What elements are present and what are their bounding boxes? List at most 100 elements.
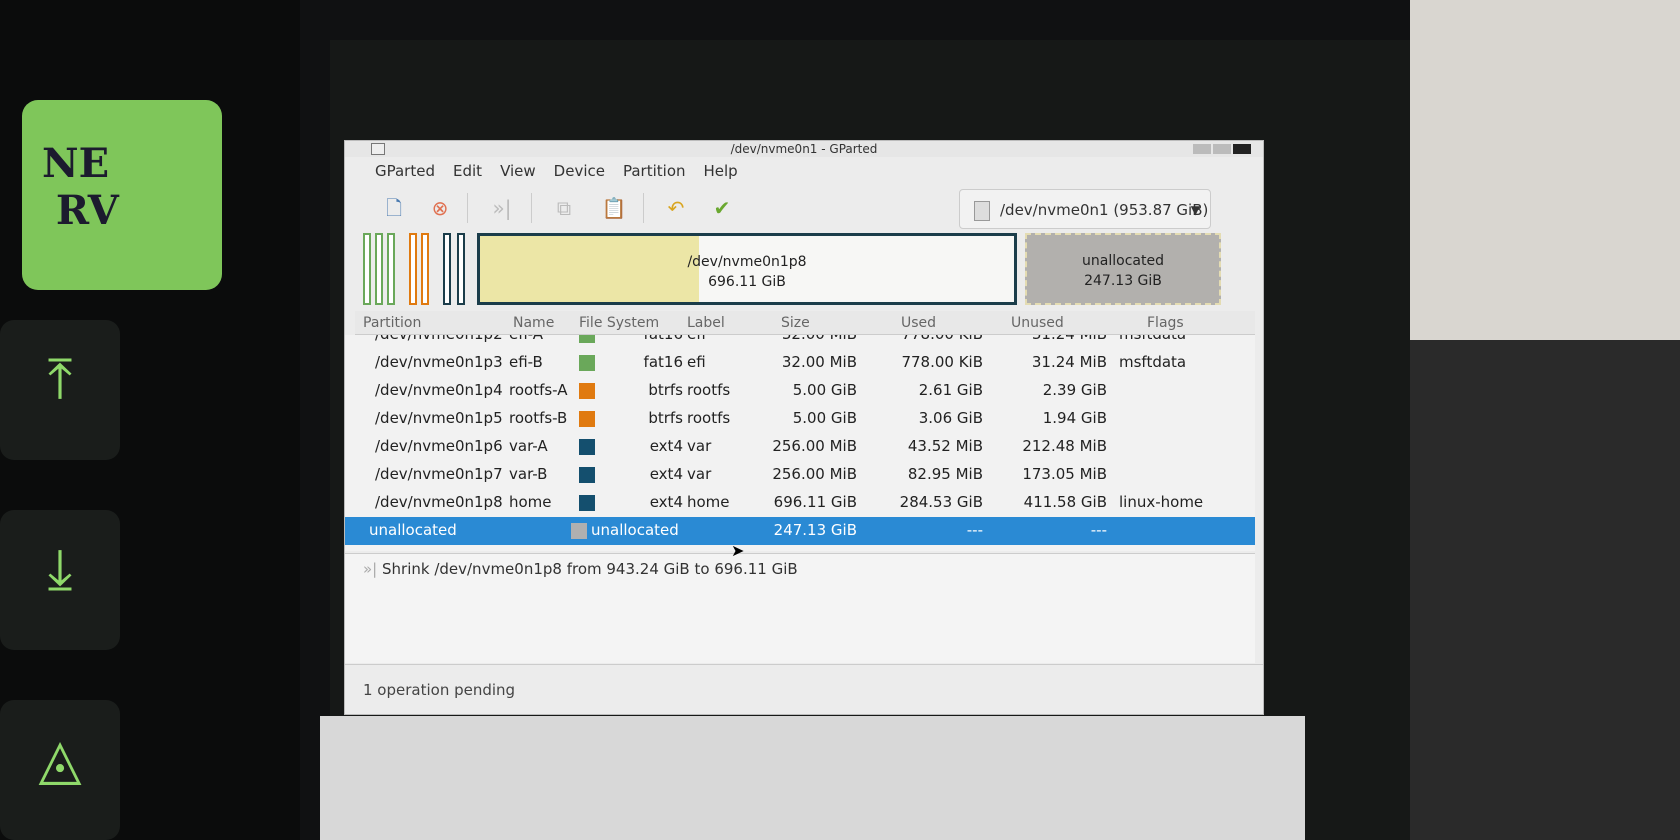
- status-bar: 1 operation pending: [345, 664, 1263, 714]
- cell-label: rootfs: [687, 381, 731, 399]
- menu-device[interactable]: Device: [554, 162, 605, 180]
- col-partition[interactable]: Partition: [363, 315, 421, 331]
- partition-block-p2[interactable]: [375, 233, 383, 305]
- cell-size: 256.00 MiB: [772, 437, 857, 455]
- cell-label: rootfs: [687, 409, 731, 427]
- table-row[interactable]: /dev/nvme0n1p4 rootfs-A btrfs rootfs 5.00 Gi…: [345, 377, 1255, 405]
- menu-gparted[interactable]: GParted: [375, 162, 435, 180]
- cell-name: rootfs-A: [509, 381, 568, 399]
- cell-name: var-A: [509, 437, 548, 455]
- table-row[interactable]: /dev/nvme0n1p3 efi-B fat16 efi 32.00 MiB 778.…: [345, 349, 1255, 377]
- resize-icon: »|: [363, 560, 382, 578]
- cell-unused: 411.58 GiB: [1023, 493, 1107, 511]
- cell-name: rootfs-B: [509, 409, 568, 427]
- table-row[interactable]: /dev/nvme0n1p8 home ext4 home 696.11 GiB 284.…: [345, 489, 1255, 517]
- cell-size: 5.00 GiB: [792, 409, 857, 427]
- partition-block-p8[interactable]: /dev/nvme0n1p8 696.11 GiB: [477, 233, 1017, 305]
- menu-bar: GParted Edit View Device Partition Help: [345, 157, 1263, 185]
- cell-used: 3.06 GiB: [918, 409, 983, 427]
- delete-icon[interactable]: ⊗: [427, 195, 453, 221]
- col-flags[interactable]: Flags: [1147, 315, 1184, 331]
- partition-block-p6[interactable]: [443, 233, 451, 305]
- cell-name: var-B: [509, 465, 548, 483]
- device-selector[interactable]: /dev/nvme0n1 (953.87 GiB) ▼: [959, 189, 1211, 229]
- cell-size: 5.00 GiB: [792, 381, 857, 399]
- cell-flags: linux-home: [1119, 493, 1204, 511]
- copy-icon[interactable]: ⧉: [551, 195, 577, 221]
- partition-block-p5[interactable]: [421, 233, 429, 305]
- table-header: Partition Name File System Label Size Us…: [355, 311, 1255, 335]
- app-icon: [371, 143, 385, 155]
- col-used[interactable]: Used: [901, 315, 936, 331]
- new-partition-icon[interactable]: 🗋: [381, 195, 407, 221]
- cell-size: 247.13 GiB: [773, 521, 857, 539]
- apply-icon[interactable]: ✔: [709, 195, 735, 221]
- cell-size: 32.00 MiB: [745, 335, 857, 343]
- cell-size: 32.00 MiB: [781, 353, 857, 371]
- partition-block-p3[interactable]: [387, 233, 395, 305]
- cell-label: efi: [687, 353, 706, 371]
- partition-block-p7[interactable]: [457, 233, 465, 305]
- cell-label: var: [687, 437, 712, 455]
- maximize-button[interactable]: [1213, 144, 1231, 154]
- minimize-button[interactable]: [1193, 144, 1211, 154]
- disk-map: /dev/nvme0n1p8 696.11 GiB unallocated 247.…: [363, 233, 1223, 305]
- menu-view[interactable]: View: [500, 162, 536, 180]
- operation-text: Shrink /dev/nvme0n1p8 from 943.24 GiB to…: [382, 560, 798, 578]
- cell-name: efi-A: [509, 335, 543, 343]
- col-filesystem[interactable]: File System: [579, 315, 659, 331]
- screen-lower: [320, 716, 1305, 840]
- table-row[interactable]: /dev/nvme0n1p5 rootfs-B btrfs rootfs 5.00 Gi…: [345, 405, 1255, 433]
- cell-used: 2.61 GiB: [918, 381, 983, 399]
- toolbar: 🗋 ⊗ »| ⧉ 📋 ↶ ✔ /dev/nvme0n1 (953.87 GiB)…: [345, 185, 1263, 231]
- table-row[interactable]: unallocated unallocated 247.13 GiB --- ---: [345, 517, 1255, 545]
- mouse-cursor-icon: ➤: [731, 541, 745, 560]
- close-button[interactable]: [1233, 144, 1251, 154]
- cell-name: efi-B: [509, 353, 543, 371]
- filesystem-color-swatch: [579, 383, 595, 399]
- menu-edit[interactable]: Edit: [453, 162, 482, 180]
- cell-partition: unallocated: [369, 521, 457, 539]
- desk-background: [1410, 0, 1680, 340]
- operation-item[interactable]: »| Shrink /dev/nvme0n1p8 from 943.24 GiB…: [363, 560, 798, 578]
- resize-move-icon[interactable]: »|: [489, 195, 515, 221]
- disk-icon: [974, 201, 990, 221]
- page-down-key: ⤓: [0, 510, 120, 650]
- table-row[interactable]: /dev/nvme0n1p2efi-Afat16efi32.00 MiB778.…: [345, 335, 1255, 349]
- cell-used: ---: [966, 521, 983, 539]
- filesystem-color-swatch: [579, 467, 595, 483]
- cell-label: home: [687, 493, 730, 511]
- menu-partition[interactable]: Partition: [623, 162, 686, 180]
- paste-icon[interactable]: 📋: [601, 195, 627, 221]
- cell-unused: 1.94 GiB: [1042, 409, 1107, 427]
- table-row[interactable]: /dev/nvme0n1p7 var-B ext4 var 256.00 MiB 82.9…: [345, 461, 1255, 489]
- cell-partition: /dev/nvme0n1p8: [375, 493, 503, 511]
- device-label: /dev/nvme0n1 (953.87 GiB): [1000, 201, 1209, 219]
- unallocated-block[interactable]: unallocated 247.13 GiB: [1025, 233, 1221, 305]
- partition-block-p1[interactable]: [363, 233, 371, 305]
- map-partition-name: /dev/nvme0n1p8: [687, 254, 807, 270]
- cell-fs: unallocated: [591, 521, 679, 539]
- desk-background: [1410, 340, 1680, 840]
- cell-partition: /dev/nvme0n1p5: [375, 409, 503, 427]
- col-size[interactable]: Size: [781, 315, 810, 331]
- partition-block-p4[interactable]: [409, 233, 417, 305]
- undo-icon[interactable]: ↶: [663, 195, 689, 221]
- cell-used: 43.52 MiB: [907, 437, 983, 455]
- cell-partition: /dev/nvme0n1p2: [375, 335, 525, 343]
- cell-flags: msftdata: [1119, 353, 1187, 371]
- cell-used: 778.00 KiB: [901, 353, 983, 371]
- col-unused[interactable]: Unused: [1011, 315, 1064, 331]
- title-bar: /dev/nvme0n1 - GParted: [345, 141, 1263, 157]
- menu-help[interactable]: Help: [704, 162, 738, 180]
- gparted-window: /dev/nvme0n1 - GParted GParted Edit View De…: [344, 140, 1264, 715]
- cell-unused: 31.24 MiB: [1031, 353, 1107, 371]
- col-name[interactable]: Name: [513, 315, 554, 331]
- cell-unused: 2.39 GiB: [1042, 381, 1107, 399]
- partition-table: /dev/nvme0n1p2efi-Afat16efi32.00 MiB778.…: [345, 335, 1255, 551]
- col-label[interactable]: Label: [687, 315, 725, 331]
- filesystem-color-swatch: [579, 355, 595, 371]
- table-row[interactable]: /dev/nvme0n1p6 var-A ext4 var 256.00 MiB 43.5…: [345, 433, 1255, 461]
- cell-size: 256.00 MiB: [772, 465, 857, 483]
- filesystem-color-swatch: [571, 523, 587, 539]
